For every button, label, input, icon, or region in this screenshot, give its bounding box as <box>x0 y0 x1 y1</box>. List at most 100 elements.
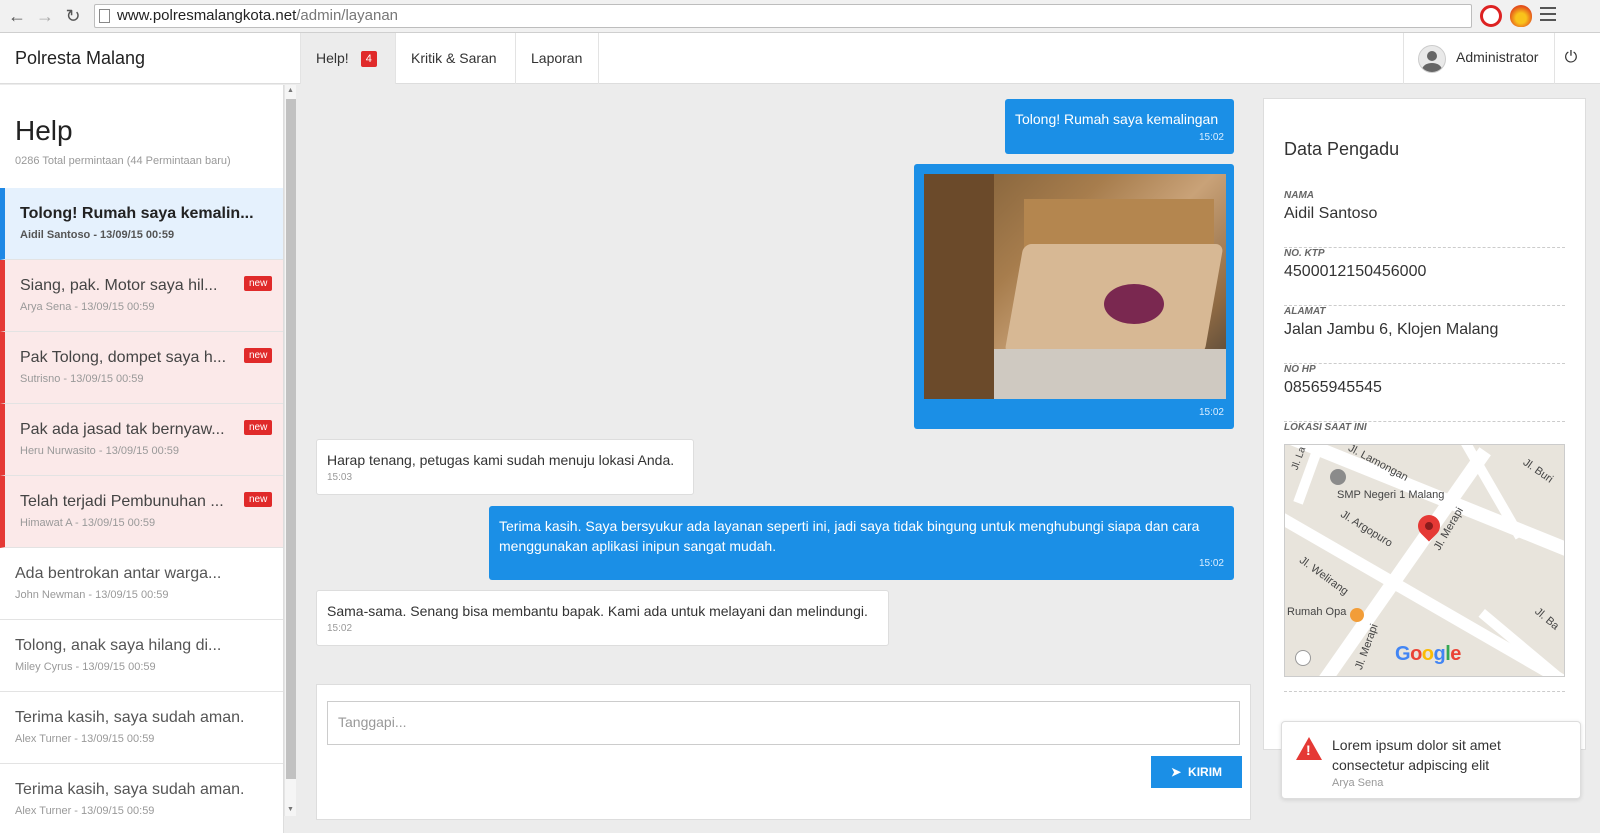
brand-title[interactable]: Polresta Malang <box>15 48 145 69</box>
message-time: 15:03 <box>327 472 353 483</box>
list-item[interactable]: Pak ada jasad tak bernyaw... Heru Nurwas… <box>0 404 283 476</box>
field-value: 4500012150456000 <box>1284 263 1427 280</box>
fire-extension-icon[interactable] <box>1510 5 1532 27</box>
list-item[interactable]: Pak Tolong, dompet saya h... Sutrisno - … <box>0 332 283 404</box>
toast-sender: Arya Sena <box>1332 777 1384 789</box>
list-item[interactable]: Terima kasih, saya sudah aman. Alex Turn… <box>0 692 283 764</box>
avatar <box>1418 45 1446 73</box>
user-menu[interactable]: Administrator <box>1403 33 1555 84</box>
photo-floor <box>994 349 1226 399</box>
stop-extension-icon[interactable] <box>1480 5 1502 27</box>
google-logo: Google <box>1395 643 1461 665</box>
field-label: NO. KTP <box>1284 248 1325 259</box>
thread-title: Tolong, anak saya hilang di... <box>15 637 222 654</box>
location-label: LOKASI SAAT INI <box>1284 422 1367 433</box>
list-item[interactable]: Terima kasih, saya sudah aman. Alex Turn… <box>0 764 283 833</box>
thread-title: Siang, pak. Motor saya hil... <box>20 277 218 294</box>
chat-message-incoming: Harap tenang, petugas kami sudah menuju … <box>316 439 694 495</box>
reply-input[interactable] <box>327 701 1240 745</box>
thread-meta: Alex Turner - 13/09/15 00:59 <box>15 733 155 745</box>
warning-icon <box>1296 737 1322 760</box>
thread-title: Ada bentrokan antar warga... <box>15 565 222 582</box>
sidebar-scrollbar[interactable]: ▲ ▼ <box>284 85 296 816</box>
field-value: Aidil Santoso <box>1284 205 1378 222</box>
tab-laporan[interactable]: Laporan <box>516 33 599 84</box>
location-map[interactable]: Jl. La Jl. Lamongan SMP Negeri 1 Malang … <box>1284 444 1565 677</box>
thread-meta: Himawat A - 13/09/15 00:59 <box>20 517 156 529</box>
chat-message-incoming: Sama-sama. Senang bisa membantu bapak. K… <box>316 590 889 646</box>
scrollbar-thumb[interactable] <box>286 99 296 779</box>
chat-message-outgoing: Tolong! Rumah saya kemalingan 15:02 <box>1005 99 1234 154</box>
send-button[interactable]: ➤ KIRIM <box>1151 756 1242 788</box>
map-school-label: SMP Negeri 1 Malang <box>1337 489 1445 501</box>
toast-message: Lorem ipsum dolor sit amet consectetur a… <box>1332 737 1501 773</box>
scroll-down-arrow-icon[interactable]: ▼ <box>287 806 294 813</box>
field-label: NO HP <box>1284 364 1316 375</box>
field-label: NAMA <box>1284 190 1314 201</box>
list-item[interactable]: Telah terjadi Pembunuhan ... Himawat A -… <box>0 476 283 548</box>
message-time: 15:02 <box>1198 407 1224 418</box>
notification-toast[interactable]: Lorem ipsum dolor sit amet consectetur a… <box>1281 721 1581 799</box>
thread-meta: Miley Cyrus - 13/09/15 00:59 <box>15 661 156 673</box>
detail-title: Data Pengadu <box>1284 139 1400 159</box>
tab-kritik-saran[interactable]: Kritik & Saran <box>396 33 516 84</box>
back-arrow-icon[interactable]: ← <box>6 5 28 27</box>
list-item[interactable]: Siang, pak. Motor saya hil... Arya Sena … <box>0 260 283 332</box>
chat-message-outgoing-image: 15:02 <box>914 164 1234 429</box>
chat-message-outgoing: Terima kasih. Saya bersyukur ada layanan… <box>489 506 1234 580</box>
tab-kritik-label: Kritik & Saran <box>411 50 497 66</box>
request-count: 0286 Total permintaan (44 Permintaan bar… <box>15 155 231 167</box>
thread-meta: John Newman - 13/09/15 00:59 <box>15 589 169 601</box>
forward-arrow-icon[interactable]: → <box>34 5 56 27</box>
page-icon <box>99 9 110 23</box>
new-badge: new <box>244 348 273 363</box>
url-host: www.polresmalangkota.net <box>117 7 297 24</box>
cafe-icon <box>1350 608 1364 622</box>
thread-meta: Alex Turner - 13/09/15 00:59 <box>15 805 155 817</box>
photo-cabinet <box>924 174 994 399</box>
thread-title: Tolong! Rumah saya kemalin... <box>20 205 254 222</box>
paper-plane-icon: ➤ <box>1170 765 1182 779</box>
tab-laporan-label: Laporan <box>531 50 583 66</box>
user-name: Administrator <box>1456 49 1539 65</box>
message-time: 15:02 <box>1198 558 1224 569</box>
list-item[interactable]: Tolong! Rumah saya kemalin... Aidil Sant… <box>0 188 283 260</box>
message-time: 15:02 <box>1198 132 1224 143</box>
tab-help-label: Help! <box>316 50 349 66</box>
divider <box>1284 691 1565 692</box>
thread-meta: Aidil Santoso - 13/09/15 00:59 <box>20 229 175 241</box>
thread-title: Terima kasih, saya sudah aman. <box>15 709 245 726</box>
address-bar[interactable]: www.polresmalangkota.net/admin/layanan <box>94 4 1472 28</box>
attached-photo[interactable] <box>924 174 1226 399</box>
reply-panel: ➤ KIRIM <box>316 684 1251 820</box>
reload-icon[interactable]: ↻ <box>62 5 84 27</box>
photo-clutter <box>1104 284 1164 324</box>
field-alamat: ALAMAT Jalan Jambu 6, Klojen Malang <box>1284 306 1565 364</box>
new-badge: new <box>244 276 273 291</box>
thread-title: Terima kasih, saya sudah aman. <box>15 781 245 798</box>
field-ktp: NO. KTP 4500012150456000 <box>1284 248 1565 306</box>
power-icon[interactable]: ⏻ <box>1562 49 1580 67</box>
list-item[interactable]: Tolong, anak saya hilang di... Miley Cyr… <box>0 620 283 692</box>
browser-toolbar: ← → ↻ www.polresmalangkota.net/admin/lay… <box>0 0 1600 33</box>
new-badge: new <box>244 420 273 435</box>
scroll-up-arrow-icon[interactable]: ▲ <box>287 87 294 94</box>
browser-menu-icon[interactable] <box>1540 7 1556 21</box>
tab-help[interactable]: Help! 4 <box>300 33 396 84</box>
school-icon <box>1330 469 1346 485</box>
message-time: 15:02 <box>327 623 353 634</box>
map-street-label: Jl. Argopuro <box>1338 508 1395 550</box>
thread-title: Telah terjadi Pembunuhan ... <box>20 493 224 510</box>
map-street-label: Jl. Ba <box>1532 605 1562 633</box>
new-badge: new <box>244 492 273 507</box>
reporter-detail-panel: Data Pengadu NAMA Aidil Santoso NO. KTP … <box>1263 98 1586 750</box>
poi-icon <box>1295 650 1311 666</box>
message-text: Tolong! Rumah saya kemalingan <box>1015 111 1219 127</box>
thread-meta: Arya Sena - 13/09/15 00:59 <box>20 301 155 313</box>
thread-title: Pak ada jasad tak bernyaw... <box>20 421 225 438</box>
map-street-label: Jl. Buri <box>1520 456 1556 486</box>
help-sidebar: Help 0286 Total permintaan (44 Permintaa… <box>0 85 284 833</box>
list-item[interactable]: Ada bentrokan antar warga... John Newman… <box>0 548 283 620</box>
top-navbar: Polresta Malang Help! 4 Kritik & Saran La… <box>0 33 1600 84</box>
message-text: Sama-sama. Senang bisa membantu bapak. K… <box>327 603 868 619</box>
